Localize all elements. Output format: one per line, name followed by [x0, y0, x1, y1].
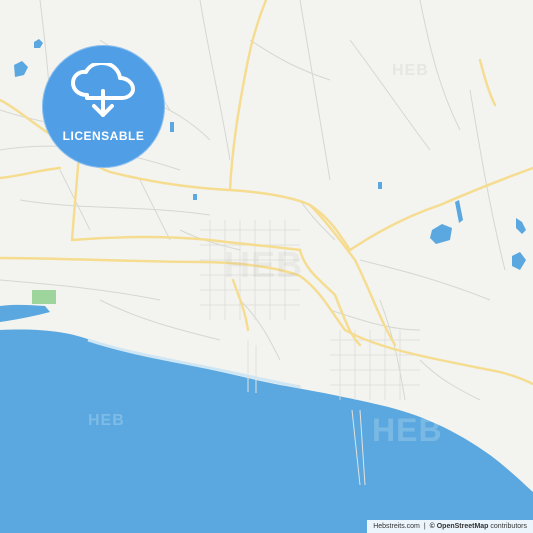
licensable-badge[interactable]: LICENSABLE	[42, 45, 165, 168]
cloud-download-icon	[70, 63, 135, 117]
park	[32, 290, 56, 304]
attribution-separator: |	[423, 523, 426, 530]
badge-label: LICENSABLE	[62, 129, 145, 143]
map-frame: HEB HEB HEB HEB LICENSABLE Hebstreits.co…	[0, 0, 533, 533]
attribution-osm-link[interactable]: © OpenStreetMap	[430, 523, 489, 530]
attribution-site-link[interactable]: Hebstreits.com	[373, 523, 420, 530]
attribution-suffix: contributors	[488, 523, 527, 530]
map-attribution: Hebstreits.com | © OpenStreetMap contrib…	[367, 520, 533, 533]
